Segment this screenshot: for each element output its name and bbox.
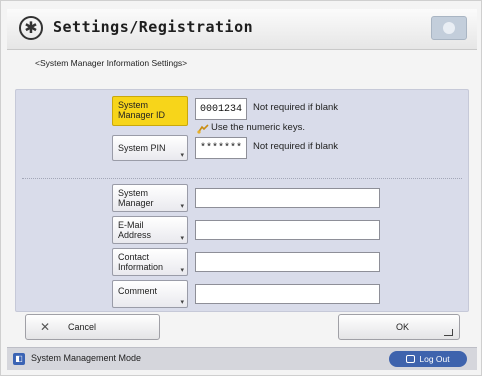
- label-line: System PIN: [118, 143, 166, 153]
- contact-information-button[interactable]: Contact Information ▾: [112, 248, 188, 276]
- numeric-keys-hint: Use the numeric keys.: [211, 122, 305, 133]
- ok-label: OK: [396, 322, 410, 332]
- comment-field[interactable]: [195, 284, 380, 304]
- corner-arrow-icon: ▾: [180, 235, 184, 242]
- mode-status-text: System Management Mode: [31, 353, 142, 363]
- email-address-button[interactable]: E-Mail Address ▾: [112, 216, 188, 244]
- help-button[interactable]: [431, 16, 467, 40]
- label-line: System: [118, 188, 149, 198]
- corner-arrow-icon: ▾: [180, 267, 184, 274]
- form-panel: System Manager ID 0001234 Not required i…: [15, 89, 469, 312]
- corner-arrow-icon: ▾: [180, 203, 184, 210]
- label-line: Manager: [118, 198, 154, 208]
- section-divider: [22, 178, 462, 179]
- system-mode-icon: ◧: [13, 353, 25, 365]
- log-out-button[interactable]: Log Out: [389, 351, 467, 367]
- logout-icon: [406, 355, 416, 363]
- system-manager-id-field[interactable]: 0001234: [195, 98, 247, 120]
- ok-button[interactable]: OK: [338, 314, 460, 340]
- label-line: Information: [118, 262, 164, 272]
- status-bar: ◧ System Management Mode Log Out: [7, 347, 477, 370]
- corner-arrow-icon: ▾: [180, 299, 184, 306]
- email-address-field[interactable]: [195, 220, 380, 240]
- system-manager-button[interactable]: System Manager ▾: [112, 184, 188, 212]
- label-line: Contact: [118, 252, 150, 262]
- enter-icon: [444, 329, 453, 336]
- label-line: Address: [118, 230, 152, 240]
- manager-id-hint: Not required if blank: [253, 102, 339, 113]
- system-manager-field[interactable]: [195, 188, 380, 208]
- system-manager-id-button[interactable]: System Manager ID: [112, 96, 188, 126]
- system-pin-button[interactable]: System PIN ▾: [112, 135, 188, 161]
- comment-button[interactable]: Comment ▾: [112, 280, 188, 308]
- cancel-label: Cancel: [68, 322, 97, 332]
- label-line: Comment: [118, 286, 158, 296]
- hand-pointer-icon: [197, 124, 209, 134]
- system-pin-field[interactable]: *******: [195, 137, 247, 159]
- contact-information-field[interactable]: [195, 252, 380, 272]
- pin-hint: Not required if blank: [253, 141, 339, 152]
- label-line: E-Mail: [118, 220, 144, 230]
- close-icon: ✕: [40, 320, 51, 334]
- settings-icon: ✱: [19, 16, 43, 40]
- settings-screen: ✱ Settings/Registration <System Manager …: [0, 0, 482, 376]
- label-line: Manager ID: [118, 110, 166, 120]
- header-bar: ✱ Settings/Registration: [7, 9, 477, 50]
- corner-arrow-icon: ▾: [180, 152, 184, 159]
- section-subtitle: <System Manager Information Settings>: [35, 58, 188, 68]
- page-title: Settings/Registration: [53, 18, 254, 36]
- help-icon: [443, 22, 455, 34]
- cancel-button[interactable]: ✕ Cancel: [25, 314, 160, 340]
- label-line: System: [118, 100, 149, 110]
- log-out-label: Log Out: [419, 354, 450, 364]
